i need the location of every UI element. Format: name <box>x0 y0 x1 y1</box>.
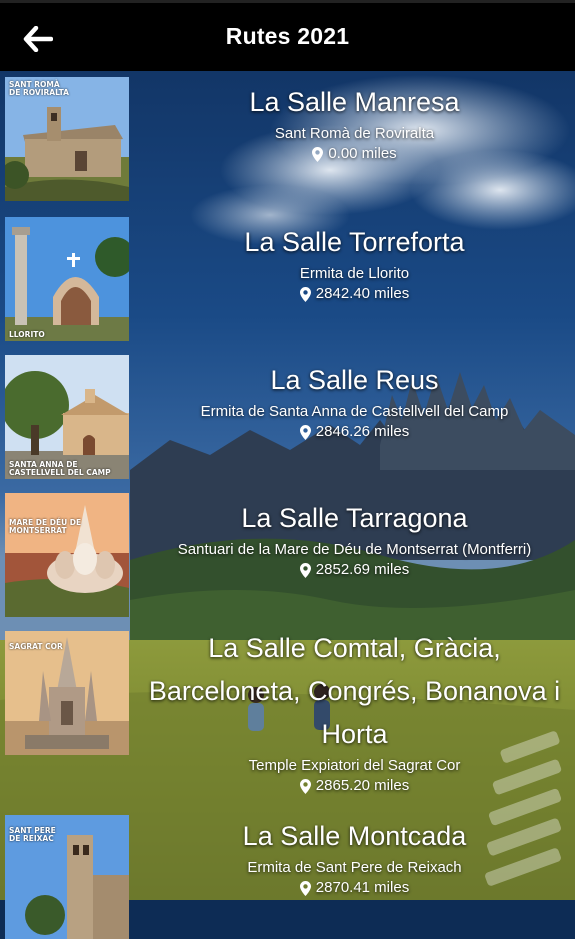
route-info: La Salle Manresa Sant Romà de Roviralta … <box>134 81 575 164</box>
route-thumbnail: Santa Anna de Castellvell del Camp <box>5 355 129 479</box>
map-pin-icon <box>312 146 324 162</box>
page-title: Rutes 2021 <box>225 23 350 49</box>
thumbnail-label: Santa Anna de Castellvell del Camp <box>9 460 111 477</box>
route-name: La Salle Montcada <box>242 821 467 851</box>
route-info: La Salle Montcada Ermita de Sant Pere de… <box>134 815 575 898</box>
route-name: La Salle Manresa <box>249 87 460 117</box>
route-thumbnail: Sant Pere de Reixac <box>5 815 129 939</box>
route-name: La Salle Tarragona <box>241 503 468 533</box>
route-distance-value: 0.00 miles <box>328 145 397 162</box>
map-pin-icon <box>299 286 311 302</box>
route-place: Santuari de la Mare de Déu de Montserrat… <box>177 541 532 558</box>
route-info: La Salle Comtal, Gràcia, Barceloneta, Co… <box>134 627 575 796</box>
route-item[interactable]: Sant Romà de Roviralta La Salle Manresa S… <box>0 71 575 211</box>
route-distance: 2852.69 miles <box>134 560 575 580</box>
route-name: La Salle Comtal, Gràcia, Barceloneta, Co… <box>148 633 561 749</box>
map-pin-icon <box>299 778 311 794</box>
route-item[interactable]: Sagrat Cor La Salle Comtal, Gràcia, Barc… <box>0 625 575 809</box>
thumbnail-label: Llorito <box>9 330 45 339</box>
map-pin-icon <box>299 562 311 578</box>
thumbnail-label: Sant Romà de Roviralta <box>9 80 69 97</box>
app-header: Rutes 2021 <box>0 0 575 71</box>
route-name: La Salle Reus <box>270 365 439 395</box>
route-distance: 2865.20 miles <box>134 776 575 796</box>
route-place: Ermita de Santa Anna de Castellvell del … <box>200 403 509 420</box>
route-distance-value: 2870.41 miles <box>315 879 410 896</box>
route-thumbnail: Mare de Déu de Montserrat <box>5 493 129 617</box>
route-name: La Salle Torreforta <box>244 227 465 257</box>
route-info: La Salle Tarragona Santuari de la Mare d… <box>134 497 575 580</box>
thumbnail-label: Sagrat Cor <box>9 642 63 651</box>
route-info: La Salle Reus Ermita de Santa Anna de Ca… <box>134 359 575 442</box>
route-distance: 2846.26 miles <box>134 422 575 442</box>
route-item[interactable]: Sant Pere de Reixac La Salle Montcada Erm… <box>0 809 575 939</box>
route-item[interactable]: Llorito La Salle Torreforta Ermita de Ll… <box>0 211 575 349</box>
route-item[interactable]: Mare de Déu de Montserrat La Salle Tarrag… <box>0 487 575 625</box>
route-distance: 2842.40 miles <box>134 284 575 304</box>
route-distance-value: 2846.26 miles <box>315 423 410 440</box>
route-distance: 0.00 miles <box>134 144 575 164</box>
route-distance-value: 2852.69 miles <box>315 561 410 578</box>
thumbnail-label: Sant Pere de Reixac <box>9 826 56 843</box>
route-place: Temple Expiatori del Sagrat Cor <box>248 757 461 774</box>
route-info: La Salle Torreforta Ermita de Llorito 28… <box>134 221 575 304</box>
route-thumbnail: Llorito <box>5 217 129 341</box>
route-distance-value: 2865.20 miles <box>315 777 410 794</box>
thumbnail-label: Mare de Déu de Montserrat <box>9 518 82 535</box>
route-place: Sant Romà de Roviralta <box>274 125 435 142</box>
map-pin-icon <box>299 424 311 440</box>
route-distance: 2870.41 miles <box>134 878 575 898</box>
route-thumbnail: Sant Romà de Roviralta <box>5 77 129 201</box>
route-item[interactable]: Santa Anna de Castellvell del Camp La Sal… <box>0 349 575 487</box>
route-place: Ermita de Llorito <box>299 265 410 282</box>
route-distance-value: 2842.40 miles <box>315 285 410 302</box>
route-thumbnail: Sagrat Cor <box>5 631 129 755</box>
route-place: Ermita de Sant Pere de Reixach <box>247 859 462 876</box>
map-pin-icon <box>299 880 311 896</box>
